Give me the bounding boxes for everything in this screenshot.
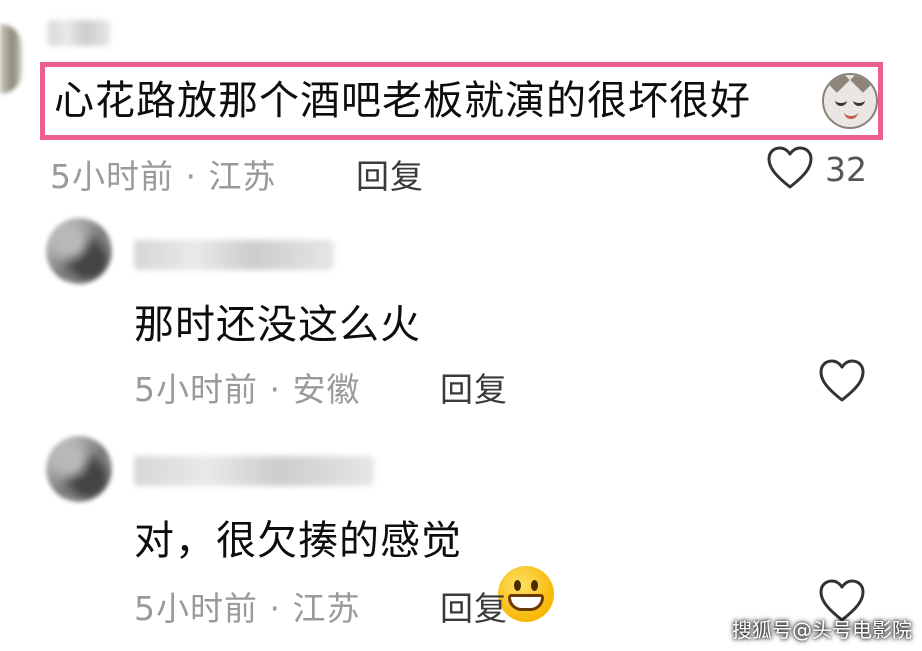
reply-button[interactable]: 回复: [440, 582, 508, 630]
reply-button[interactable]: 回复: [440, 363, 508, 411]
reply-time-location: 5小时前 · 江苏: [134, 589, 361, 628]
username[interactable]: [48, 20, 110, 46]
reply-text: 对，很欠揍的感觉: [134, 518, 462, 564]
reply-time-location: 5小时前 · 安徽: [134, 370, 361, 409]
comment-time-location: 5小时前 · 江苏: [50, 157, 277, 196]
heart-icon[interactable]: [818, 358, 866, 404]
like-count: 32: [825, 150, 867, 189]
reply-button[interactable]: 回复: [356, 150, 424, 198]
comment-text: 心花路放那个酒吧老板就演的很坏很好: [54, 78, 751, 124]
avatar[interactable]: [0, 24, 22, 94]
avatar[interactable]: [46, 436, 112, 502]
heart-icon[interactable]: [766, 145, 814, 191]
reply-text: 那时还没这么火: [134, 302, 421, 348]
watermark: 搜狐号@头号电影院: [732, 618, 912, 642]
username[interactable]: [134, 456, 374, 486]
username[interactable]: [134, 240, 334, 270]
avatar[interactable]: [46, 218, 112, 284]
cat-emoji-icon: [822, 73, 878, 129]
